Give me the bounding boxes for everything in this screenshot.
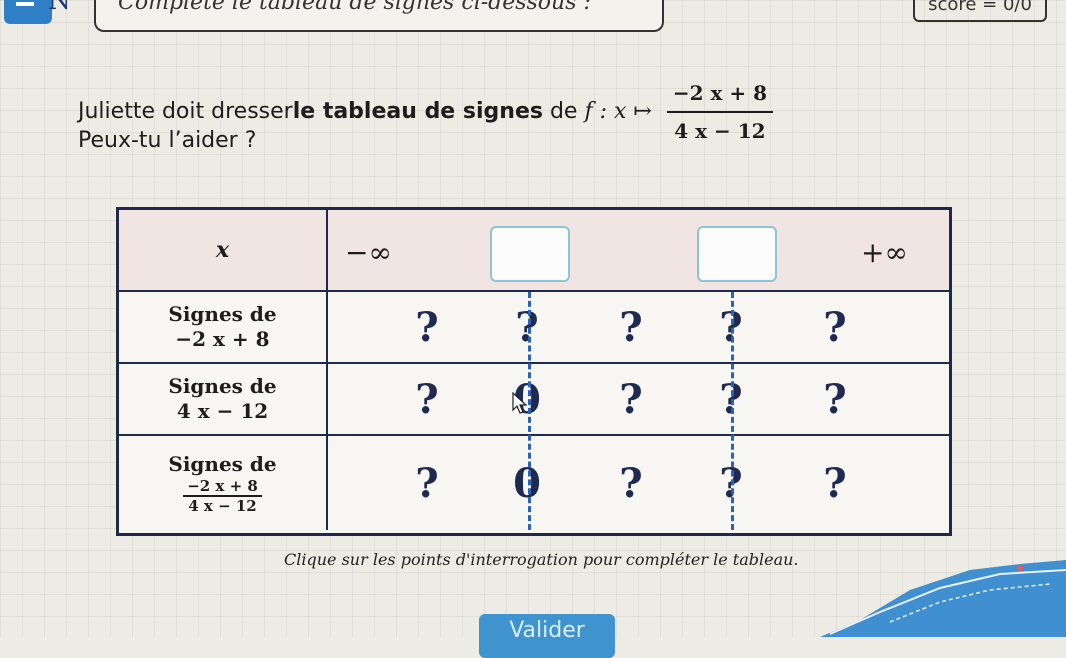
question-bold: le tableau de signes [292,99,543,124]
minus-infinity: −∞ [345,236,392,269]
sign-cell[interactable]: ? [601,436,661,530]
logo-letter: N [48,0,71,16]
sign-cell[interactable]: ? [397,292,457,362]
sign-cell[interactable]: ? [601,292,661,362]
score-display: score = 0/0 [913,0,1047,22]
table-row-sign-denominator: Signes de 4 x − 12 ? 0 ? ? ? [119,364,949,436]
row-label-numerator: Signes de −2 x + 8 [119,292,328,362]
row-label-text: Signes de [168,302,277,326]
logo-bar [16,2,34,6]
plus-infinity: +∞ [861,236,908,269]
x-value-input-2[interactable] [697,226,777,282]
x-header-cell: x [119,210,328,290]
app-logo: N [4,0,71,24]
row-label-denominator: 4 x − 12 [188,496,257,515]
instruction-text: Complète le tableau de signes ci-dessous… [118,0,591,15]
row-label-expr: −2 x + 8 [175,327,270,351]
row-label-numerator: −2 x + 8 [183,477,262,497]
top-bar: N Complète le tableau de signes ci-desso… [0,0,1066,48]
row-label-text: Signes de [168,374,277,398]
row-label-text: Signes de [168,451,277,476]
row-label-expr: 4 x − 12 [176,399,269,423]
x-value-input-1[interactable] [490,226,570,282]
sign-cell[interactable]: ? [497,292,557,362]
sign-cell[interactable]: ? [805,364,865,434]
sign-cell[interactable]: ? [805,292,865,362]
hint-text: Clique sur les points d'interrogation po… [284,550,799,569]
sign-cell[interactable]: 0 [497,436,557,530]
function-fraction: −2 x + 8 4 x − 12 [666,78,773,146]
sign-cell[interactable]: ? [397,364,457,434]
help-text: Peux-tu l’aider ? [78,128,257,153]
sign-cell[interactable]: ? [805,436,865,530]
sign-cell[interactable]: ? [601,364,661,434]
mouse-cursor-icon [512,392,528,414]
decorative-doodle-icon [820,560,1066,637]
x-label: x [215,236,230,263]
sign-table: x −∞ +∞ Signes de −2 x + 8 ? ? ? ? ? Sig… [116,207,952,536]
boundary-dashed-line-2 [731,292,734,530]
row-label-quotient: Signes de −2 x + 8 4 x − 12 [119,436,328,530]
function-denominator: 4 x − 12 [674,119,766,143]
question-intro: Juliette doit dresser [78,99,293,124]
sign-cell[interactable]: ? [397,436,457,530]
table-row-x: x −∞ +∞ [119,210,949,292]
instruction-box: Complète le tableau de signes ci-dessous… [94,0,664,32]
row-label-fraction: −2 x + 8 4 x − 12 [183,477,262,515]
table-row-sign-quotient: Signes de −2 x + 8 4 x − 12 ? 0 ? ? ? [119,436,949,530]
validate-button[interactable]: Valider [479,614,615,658]
table-row-sign-numerator: Signes de −2 x + 8 ? ? ? ? ? [119,292,949,364]
function-numerator: −2 x + 8 [666,78,773,113]
row-label-denominator: Signes de 4 x − 12 [119,364,328,434]
boundary-dashed-line-1 [528,292,531,530]
function-expression: f : x ↦ [584,99,659,124]
question-after: de [542,99,585,124]
